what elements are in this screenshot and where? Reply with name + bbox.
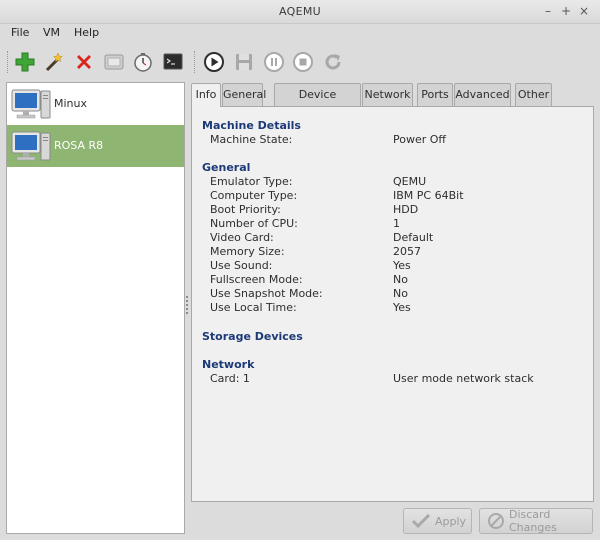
save-vm-icon[interactable] (232, 50, 256, 74)
info-value: User mode network stack (393, 372, 534, 385)
vm-name: Minux (54, 97, 87, 110)
vm-list-item-minux[interactable]: Minux (7, 83, 184, 125)
info-label: Video Card: (210, 231, 274, 244)
maximize-button[interactable]: + (558, 3, 574, 19)
info-label: Card: 1 (210, 372, 250, 385)
menu-file[interactable]: File (11, 26, 29, 39)
info-label: Use Local Time: (210, 301, 297, 314)
tab-network[interactable]: Network (362, 83, 413, 106)
info-label: Use Sound: (210, 259, 273, 272)
info-value: HDD (393, 203, 419, 216)
info-value: 2057 (393, 245, 421, 258)
pause-vm-icon[interactable] (262, 50, 286, 74)
info-label: Memory Size: (210, 245, 285, 258)
add-vm-icon[interactable] (13, 50, 37, 74)
info-value: IBM PC 64Bit (393, 189, 464, 202)
delete-vm-icon[interactable] (72, 50, 96, 74)
info-value: Default (393, 231, 434, 244)
menu-vm[interactable]: VM (43, 26, 60, 39)
monitor-console-icon[interactable] (161, 50, 185, 74)
info-label: Emulator Type: (210, 175, 293, 188)
title-bar: AQEMU – + × (0, 0, 600, 24)
info-value: Yes (393, 301, 411, 314)
section-network: Network (202, 358, 255, 371)
computer-icon (11, 87, 51, 124)
info-value: QEMU (393, 175, 427, 188)
info-panel: Machine Details Machine State: Power Off… (191, 106, 594, 502)
cancel-icon (488, 513, 504, 529)
info-label: Computer Type: (210, 189, 298, 202)
toolbar-separator (194, 51, 195, 73)
info-label: Number of CPU: (210, 217, 298, 230)
menu-bar: File VM Help (0, 24, 600, 44)
tab-device-manager[interactable]: Device Manager (274, 83, 361, 122)
start-vm-icon[interactable] (202, 50, 226, 74)
info-label: Fullscreen Mode: (210, 273, 303, 286)
toolbar (0, 44, 600, 78)
reset-vm-icon[interactable] (321, 50, 345, 74)
vm-list-item-rosa-r8[interactable]: ROSA R8 (7, 125, 184, 167)
computer-icon (11, 129, 51, 166)
stop-vm-icon[interactable] (291, 50, 315, 74)
apply-button[interactable]: Apply (403, 508, 472, 534)
checkmark-icon (412, 514, 430, 528)
discard-changes-button[interactable]: Discard Changes (479, 508, 593, 534)
toolbar-grip (7, 51, 8, 73)
wizard-icon[interactable] (42, 50, 66, 74)
info-label: Machine State: (210, 133, 293, 146)
info-label: Boot Priority: (210, 203, 281, 216)
section-storage-devices: Storage Devices (202, 330, 303, 343)
vm-screenshot-icon[interactable] (102, 50, 126, 74)
vm-name: ROSA R8 (54, 139, 104, 152)
close-window-button[interactable]: × (576, 3, 592, 19)
tab-advanced[interactable]: Advanced (454, 83, 511, 106)
info-value: No (393, 273, 408, 286)
info-value: 1 (393, 217, 400, 230)
discard-label: Discard Changes (509, 508, 557, 534)
info-label: Use Snapshot Mode: (210, 287, 323, 300)
menu-help[interactable]: Help (74, 26, 99, 39)
tab-info[interactable]: Info (191, 83, 221, 107)
info-value: Power Off (393, 133, 446, 146)
tab-ports[interactable]: Ports (417, 83, 453, 106)
section-general: General (202, 161, 251, 174)
tab-general[interactable]: General (222, 83, 266, 106)
window-title: AQEMU (279, 5, 321, 18)
vm-list: Minux ROSA R8 (6, 82, 185, 534)
section-machine-details: Machine Details (202, 119, 301, 132)
info-value: No (393, 287, 408, 300)
minimize-button[interactable]: – (540, 3, 556, 19)
vm-settings-icon[interactable] (131, 50, 155, 74)
splitter-handle[interactable] (186, 296, 189, 316)
apply-label: Apply (435, 514, 467, 528)
info-value: Yes (393, 259, 411, 272)
tab-other[interactable]: Other (515, 83, 552, 106)
